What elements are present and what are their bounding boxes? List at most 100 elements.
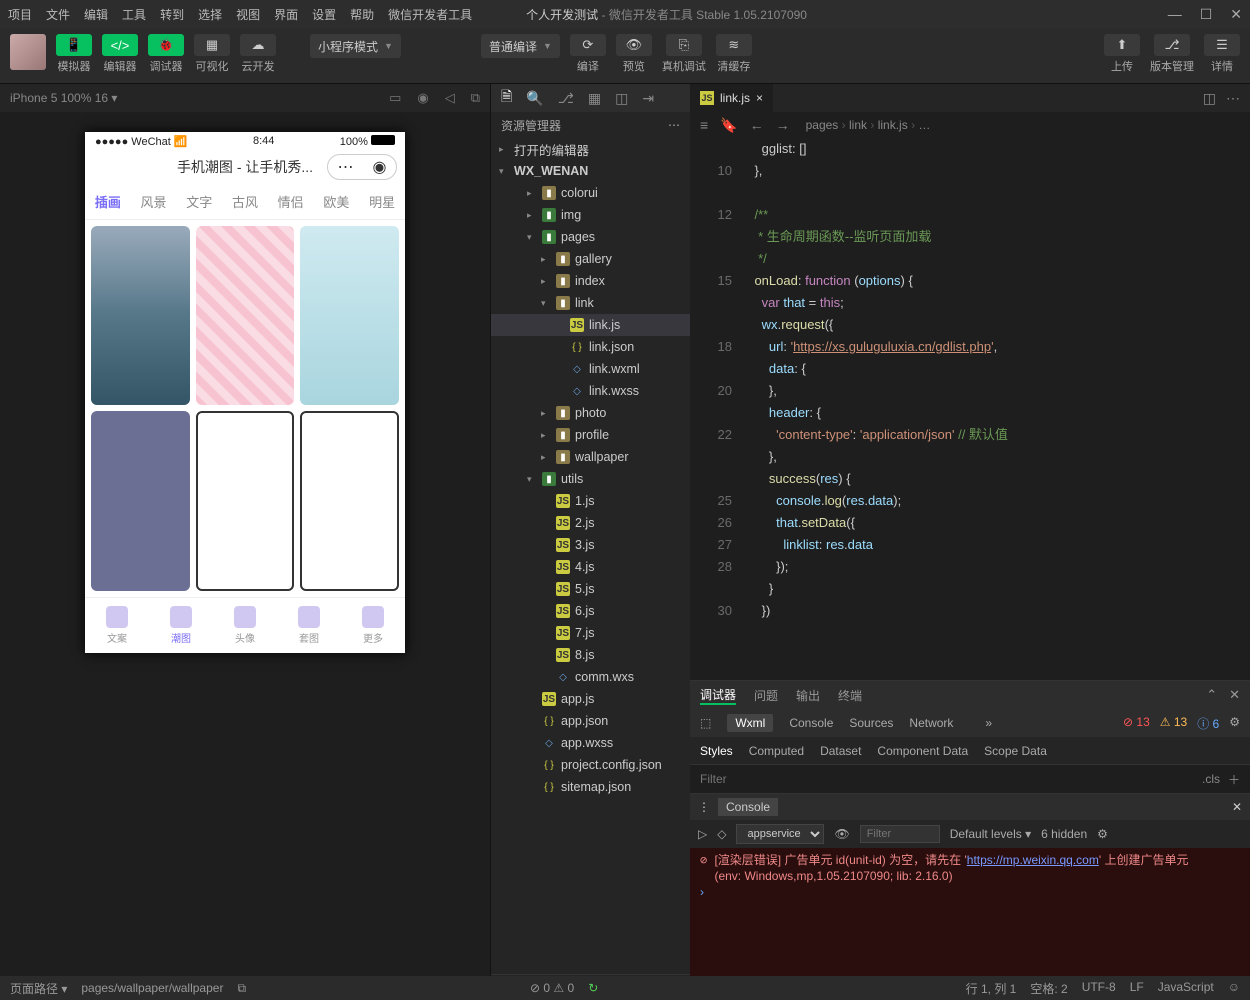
tree-node[interactable]: ▸▮photo (491, 402, 690, 424)
dock-icon[interactable]: ⧉ (471, 90, 480, 106)
menu-item[interactable]: 选择 (198, 8, 222, 22)
tree-node[interactable]: JS2.js (491, 512, 690, 534)
feedback-icon[interactable]: ☺ (1228, 980, 1240, 997)
tree-node[interactable]: ▸▮wallpaper (491, 446, 690, 468)
tree-node[interactable]: JS6.js (491, 600, 690, 622)
git-icon[interactable]: ⎇ (558, 90, 574, 107)
panel-tab[interactable]: 问题 (754, 687, 778, 704)
explorer-icon[interactable]: 🗎 (501, 86, 512, 110)
menu-item[interactable]: 设置 (312, 8, 336, 22)
cloud-button[interactable]: ☁ (240, 34, 276, 56)
tree-node[interactable]: ◇comm.wxs (491, 666, 690, 688)
inspect-icon[interactable]: ⬚ (700, 716, 711, 730)
more-icon[interactable]: ⇥ (642, 90, 654, 107)
compile-button[interactable]: ⟳ (570, 34, 606, 56)
tree-node[interactable]: JS3.js (491, 534, 690, 556)
visual-button[interactable]: ▦ (194, 34, 230, 56)
more-icon[interactable]: ⋯ (668, 118, 680, 132)
compile-mode-dropdown[interactable]: 普通编译▼ (481, 34, 560, 58)
mode-dropdown[interactable]: 小程序模式▼ (310, 34, 401, 58)
filter-input[interactable] (700, 772, 1202, 786)
tree-node[interactable]: JS5.js (491, 578, 690, 600)
list-icon[interactable]: ≡ (700, 117, 708, 134)
menu-item[interactable]: 视图 (236, 8, 260, 22)
extensions-icon[interactable]: ▦ (588, 90, 601, 107)
minimize-icon[interactable]: — (1168, 6, 1182, 23)
eol[interactable]: LF (1130, 980, 1144, 997)
remote-button[interactable]: ⎘ (666, 34, 702, 56)
tree-node[interactable]: JS1.js (491, 490, 690, 512)
page-path[interactable]: pages/wallpaper/wallpaper (81, 981, 223, 995)
tree-node[interactable]: JS4.js (491, 556, 690, 578)
tree-node[interactable]: ▸▮img (491, 204, 690, 226)
back-icon[interactable]: ← (750, 117, 764, 134)
nav-item[interactable]: 更多 (362, 606, 384, 645)
page-route-label[interactable]: 页面路径 ▾ (10, 980, 67, 997)
close-console-icon[interactable]: ✕ (1232, 800, 1242, 814)
tree-node[interactable]: ▾▮pages (491, 226, 690, 248)
nav-item[interactable]: 套图 (298, 606, 320, 645)
gear-icon[interactable]: ⚙ (1097, 827, 1108, 841)
simulator-button[interactable]: 📱 (56, 34, 92, 56)
panel-tab[interactable]: 调试器 (700, 686, 736, 705)
wallpaper-thumb[interactable] (300, 411, 399, 590)
close-tab-icon[interactable]: × (756, 91, 763, 105)
breadcrumb[interactable]: ≡🔖←→ pages › link › link.js › … (690, 112, 1250, 138)
tree-node[interactable]: ◇link.wxss (491, 380, 690, 402)
styles-tab[interactable]: Component Data (877, 744, 968, 758)
panel-tab[interactable]: 输出 (796, 687, 820, 704)
more-icon[interactable]: ⋯ (1226, 90, 1240, 107)
nav-item[interactable]: 文案 (106, 606, 128, 645)
editor-tab[interactable]: JSlink.js× (690, 84, 773, 112)
cls-toggle[interactable]: .cls (1202, 772, 1220, 786)
menu-item[interactable]: 界面 (274, 8, 298, 22)
warn-count[interactable]: ⚠ 13 (1160, 715, 1187, 732)
phone-tab[interactable]: 欧美 (323, 192, 349, 211)
phone-tab[interactable]: 情侣 (278, 192, 304, 211)
devtool-tab[interactable]: Sources (849, 716, 893, 730)
phone-tab[interactable]: 风景 (141, 192, 167, 211)
styles-tab[interactable]: Dataset (820, 744, 861, 758)
tree-node[interactable]: ◇link.wxml (491, 358, 690, 380)
capsule[interactable]: ⋯◉ (327, 154, 397, 180)
expand-icon[interactable]: ◫ (615, 90, 628, 107)
error-count[interactable]: ⊘ 13 (1123, 715, 1150, 732)
phone-grid[interactable] (85, 220, 405, 597)
tree-node[interactable]: JSlink.js (491, 314, 690, 336)
mute-icon[interactable]: ◁ (445, 90, 455, 106)
tree-node[interactable]: JS8.js (491, 644, 690, 666)
wallpaper-thumb[interactable] (196, 411, 295, 590)
tree-node[interactable]: ▾▮link (491, 292, 690, 314)
more-tabs-icon[interactable]: » (985, 716, 992, 730)
styles-tab[interactable]: Computed (749, 744, 804, 758)
styles-tab[interactable]: Scope Data (984, 744, 1047, 758)
phone-tab[interactable]: 插画 (95, 192, 121, 211)
device-selector[interactable]: iPhone 5 100% 16 ▾ (10, 91, 117, 105)
tree-node[interactable]: ◇app.wxss (491, 732, 690, 754)
console-filter[interactable] (860, 825, 940, 843)
console-toggle-icon[interactable]: ⋮ (698, 800, 710, 814)
wallpaper-thumb[interactable] (196, 226, 295, 405)
styles-tab[interactable]: Styles (700, 744, 733, 758)
phone-tab[interactable]: 明星 (369, 192, 395, 211)
tree-node[interactable]: JSapp.js (491, 688, 690, 710)
gear-icon[interactable]: ⚙ (1229, 715, 1240, 732)
maximize-icon[interactable]: ☐ (1200, 6, 1213, 23)
panel-tab[interactable]: 终端 (838, 687, 862, 704)
console-tab[interactable]: Console (718, 798, 778, 816)
levels-dropdown[interactable]: Default levels ▾ (950, 827, 1031, 841)
nav-item[interactable]: 潮图 (170, 606, 192, 645)
clear-console-icon[interactable]: ▷ (698, 827, 707, 841)
wallpaper-thumb[interactable] (91, 226, 190, 405)
menu-item[interactable]: 文件 (46, 8, 70, 22)
bookmark-icon[interactable]: 🔖 (720, 117, 737, 134)
detail-button[interactable]: ☰ (1204, 34, 1240, 56)
tree-node[interactable]: { }app.json (491, 710, 690, 732)
project-root[interactable]: ▾WX_WENAN (491, 160, 690, 182)
hidden-count[interactable]: 6 hidden (1041, 827, 1087, 841)
sync-icon[interactable]: ↻ (588, 981, 598, 995)
device-icon[interactable]: ▭ (389, 90, 401, 106)
tree-node[interactable]: { }sitemap.json (491, 776, 690, 798)
phone-tabs[interactable]: 插画风景文字古风情侣欧美明星 (85, 184, 405, 220)
avatar[interactable] (10, 34, 46, 70)
